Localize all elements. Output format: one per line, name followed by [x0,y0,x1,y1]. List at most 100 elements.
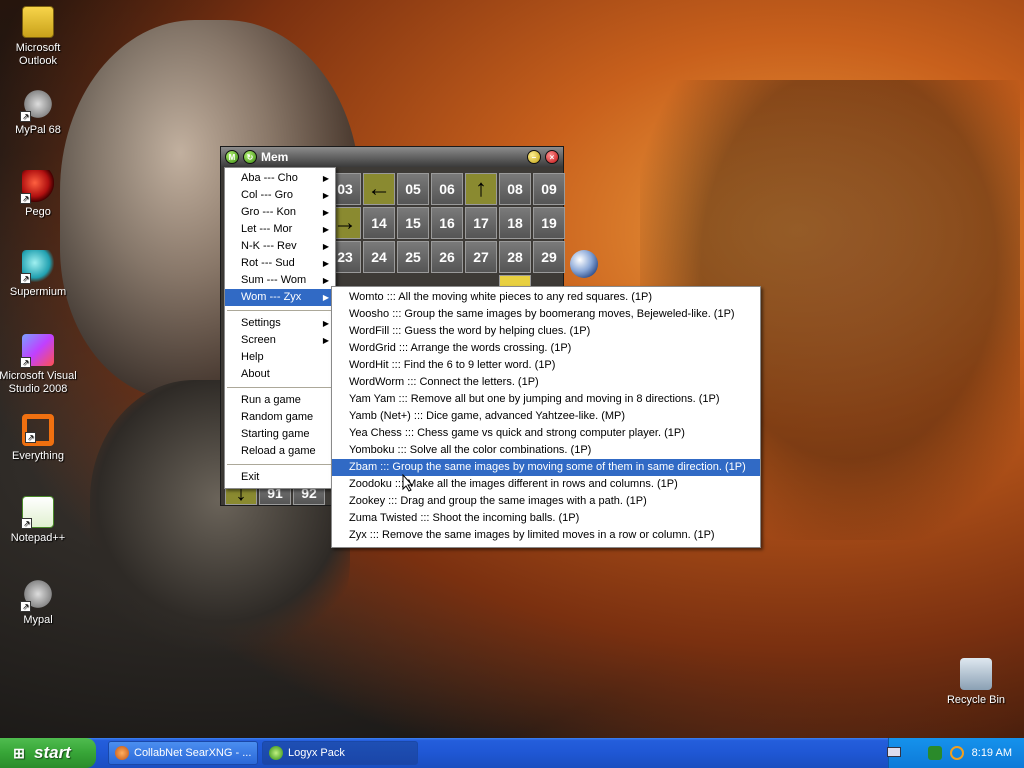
windows-logo-icon: ⊞ [13,745,25,761]
desktop-icon-mypal68[interactable]: ↗ MyPal 68 [0,88,78,137]
desktop-icon-label: MyPal 68 [15,124,61,136]
menu-item-screen[interactable]: Screen ▶ [225,332,335,349]
menu-item-help[interactable]: Help [225,349,335,366]
keyboard-icon[interactable] [887,747,901,757]
board-cell[interactable]: 29 [533,241,565,273]
close-button[interactable]: × [545,150,559,164]
shortcut-arrow-icon: ↗ [21,518,32,529]
board-cell[interactable]: 26 [431,241,463,273]
menu-item-wom-zyx[interactable]: Wom --- Zyx ▶ [225,289,335,306]
submenu-item-wordworm[interactable]: WordWorm ::: Connect the letters. (1P) [332,374,760,391]
board-cell[interactable]: 09 [533,173,565,205]
board-cell[interactable]: 25 [397,241,429,273]
submenu-item-yomboku[interactable]: Yomboku ::: Solve all the color combinat… [332,442,760,459]
shortcut-arrow-icon: ↗ [20,601,31,612]
submenu-arrow-icon: ▶ [322,293,329,302]
shortcut-arrow-icon: ↗ [25,432,36,443]
menu-item-about[interactable]: About [225,366,335,383]
board-cell[interactable]: 06 [431,173,463,205]
system-tray: 8:19 AM [888,738,1024,768]
menu-separator [227,387,333,388]
board-cell[interactable]: 08 [499,173,531,205]
board-cell[interactable]: 14 [363,207,395,239]
desktop-icon-outlook[interactable]: Microsoft Outlook [0,6,78,68]
submenu-item-zoodoku[interactable]: Zoodoku ::: Make all the images differen… [332,476,760,493]
window-title: Mem [261,150,289,164]
menu-item-label: Let --- Mor [241,223,293,235]
desktop-icon-supermium[interactable]: ↗ Supermium [0,250,78,299]
network-icon[interactable] [927,746,942,760]
shortcut-arrow-icon: ↗ [20,357,31,368]
board-cell[interactable]: 05 [397,173,429,205]
submenu-item-zookey[interactable]: Zookey ::: Drag and group the same image… [332,493,760,510]
arrow-left-icon[interactable]: ← [363,173,395,205]
taskbar-button-searxng[interactable]: CollabNet SearXNG - ... [108,741,258,765]
menu-item-starting-game[interactable]: Starting game [225,426,335,443]
desktop-icon-label: Everything [12,450,64,462]
desktop-icon-everything[interactable]: ↗ Everything [0,414,78,463]
submenu-item-yea-chess[interactable]: Yea Chess ::: Chess game vs quick and st… [332,425,760,442]
submenu-item-womto[interactable]: Womto ::: All the moving white pieces to… [332,289,760,306]
menu-item-gro-kon[interactable]: Gro --- Kon ▶ [225,204,335,221]
taskbar: ⊞ start CollabNet SearXNG - ... Logyx Pa… [0,738,1024,768]
submenu-item-wordhit[interactable]: WordHit ::: Find the 6 to 9 letter word.… [332,357,760,374]
desktop-icon-notepadpp[interactable]: ↗ Notepad++ [0,496,78,545]
desktop-icon-visual-studio[interactable]: ↗ Microsoft Visual Studio 2008 [0,334,78,396]
menu-icon[interactable]: M [225,150,239,164]
menu-item-aba-cho[interactable]: Aba --- Cho ▶ [225,170,335,187]
submenu-item-yamb[interactable]: Yamb (Net+) ::: Dice game, advanced Yaht… [332,408,760,425]
menu-item-label: Aba --- Cho [241,172,298,184]
submenu-item-wordgrid[interactable]: WordGrid ::: Arrange the words crossing.… [332,340,760,357]
minimize-button[interactable]: – [527,150,541,164]
start-label: start [34,743,71,762]
clock[interactable]: 8:19 AM [972,747,1012,759]
submenu-arrow-icon: ▶ [322,191,329,200]
globe-icon[interactable] [570,250,598,278]
menu-item-reload-game[interactable]: Reload a game [225,443,335,460]
desktop-icon-label: Supermium [9,286,67,298]
search-icon[interactable] [949,746,964,760]
board-cell[interactable]: 27 [465,241,497,273]
shortcut-arrow-icon: ↗ [20,273,31,284]
menu-item-let-mor[interactable]: Let --- Mor ▶ [225,221,335,238]
submenu-item-yam-yam[interactable]: Yam Yam ::: Remove all but one by jumpin… [332,391,760,408]
submenu-item-zbam[interactable]: Zbam ::: Group the same images by moving… [332,459,760,476]
board-cell[interactable]: 17 [465,207,497,239]
menu-item-label: Settings [241,317,281,329]
board-cell[interactable]: 19 [533,207,565,239]
mypal-icon: ↗ [20,578,54,612]
board-cell[interactable]: 24 [363,241,395,273]
board-cell[interactable]: 18 [499,207,531,239]
menu-item-random-game[interactable]: Random game [225,409,335,426]
menu-item-nk-rev[interactable]: N-K --- Rev ▶ [225,238,335,255]
board-cell[interactable]: 15 [397,207,429,239]
arrow-up-icon[interactable]: ↑ [465,173,497,205]
start-button[interactable]: ⊞ start [0,738,96,768]
menu-item-col-gro[interactable]: Col --- Gro ▶ [225,187,335,204]
menu-item-exit[interactable]: Exit [225,469,335,486]
desktop-icon-label: Microsoft Outlook [15,42,61,67]
desktop-icon-label: Microsoft Visual Studio 2008 [0,370,77,395]
games-menu: Aba --- Cho ▶ Col --- Gro ▶ Gro --- Kon ▶ L… [224,167,336,489]
window-titlebar[interactable]: M ↻ Mem – × [221,147,563,167]
submenu-item-zuma-twisted[interactable]: Zuma Twisted ::: Shoot the incoming ball… [332,510,760,527]
menu-item-run-game[interactable]: Run a game [225,392,335,409]
desktop-icon-pego[interactable]: ↗ Pego [0,170,78,219]
menu-item-rot-sud[interactable]: Rot --- Sud ▶ [225,255,335,272]
board-cell[interactable]: 28 [499,241,531,273]
submenu-item-woosho[interactable]: Woosho ::: Group the same images by boom… [332,306,760,323]
desktop-icon-recycle-bin[interactable]: Recycle Bin [936,658,1016,707]
menu-item-sum-wom[interactable]: Sum --- Wom ▶ [225,272,335,289]
submenu-arrow-icon: ▶ [322,276,329,285]
desktop-icon-label: Recycle Bin [946,694,1006,706]
submenu-arrow-icon: ▶ [322,336,329,345]
taskbar-button-logyx[interactable]: Logyx Pack [262,741,418,765]
menu-item-settings[interactable]: Settings ▶ [225,315,335,332]
menu-item-label: Rot --- Sud [241,257,295,269]
submenu-item-wordfill[interactable]: WordFill ::: Guess the word by helping c… [332,323,760,340]
desktop-icon-mypal[interactable]: ↗ Mypal [0,578,78,627]
restart-icon[interactable]: ↻ [243,150,257,164]
logyx-icon [269,746,283,760]
submenu-item-zyx[interactable]: Zyx ::: Remove the same images by limite… [332,527,760,544]
board-cell[interactable]: 16 [431,207,463,239]
